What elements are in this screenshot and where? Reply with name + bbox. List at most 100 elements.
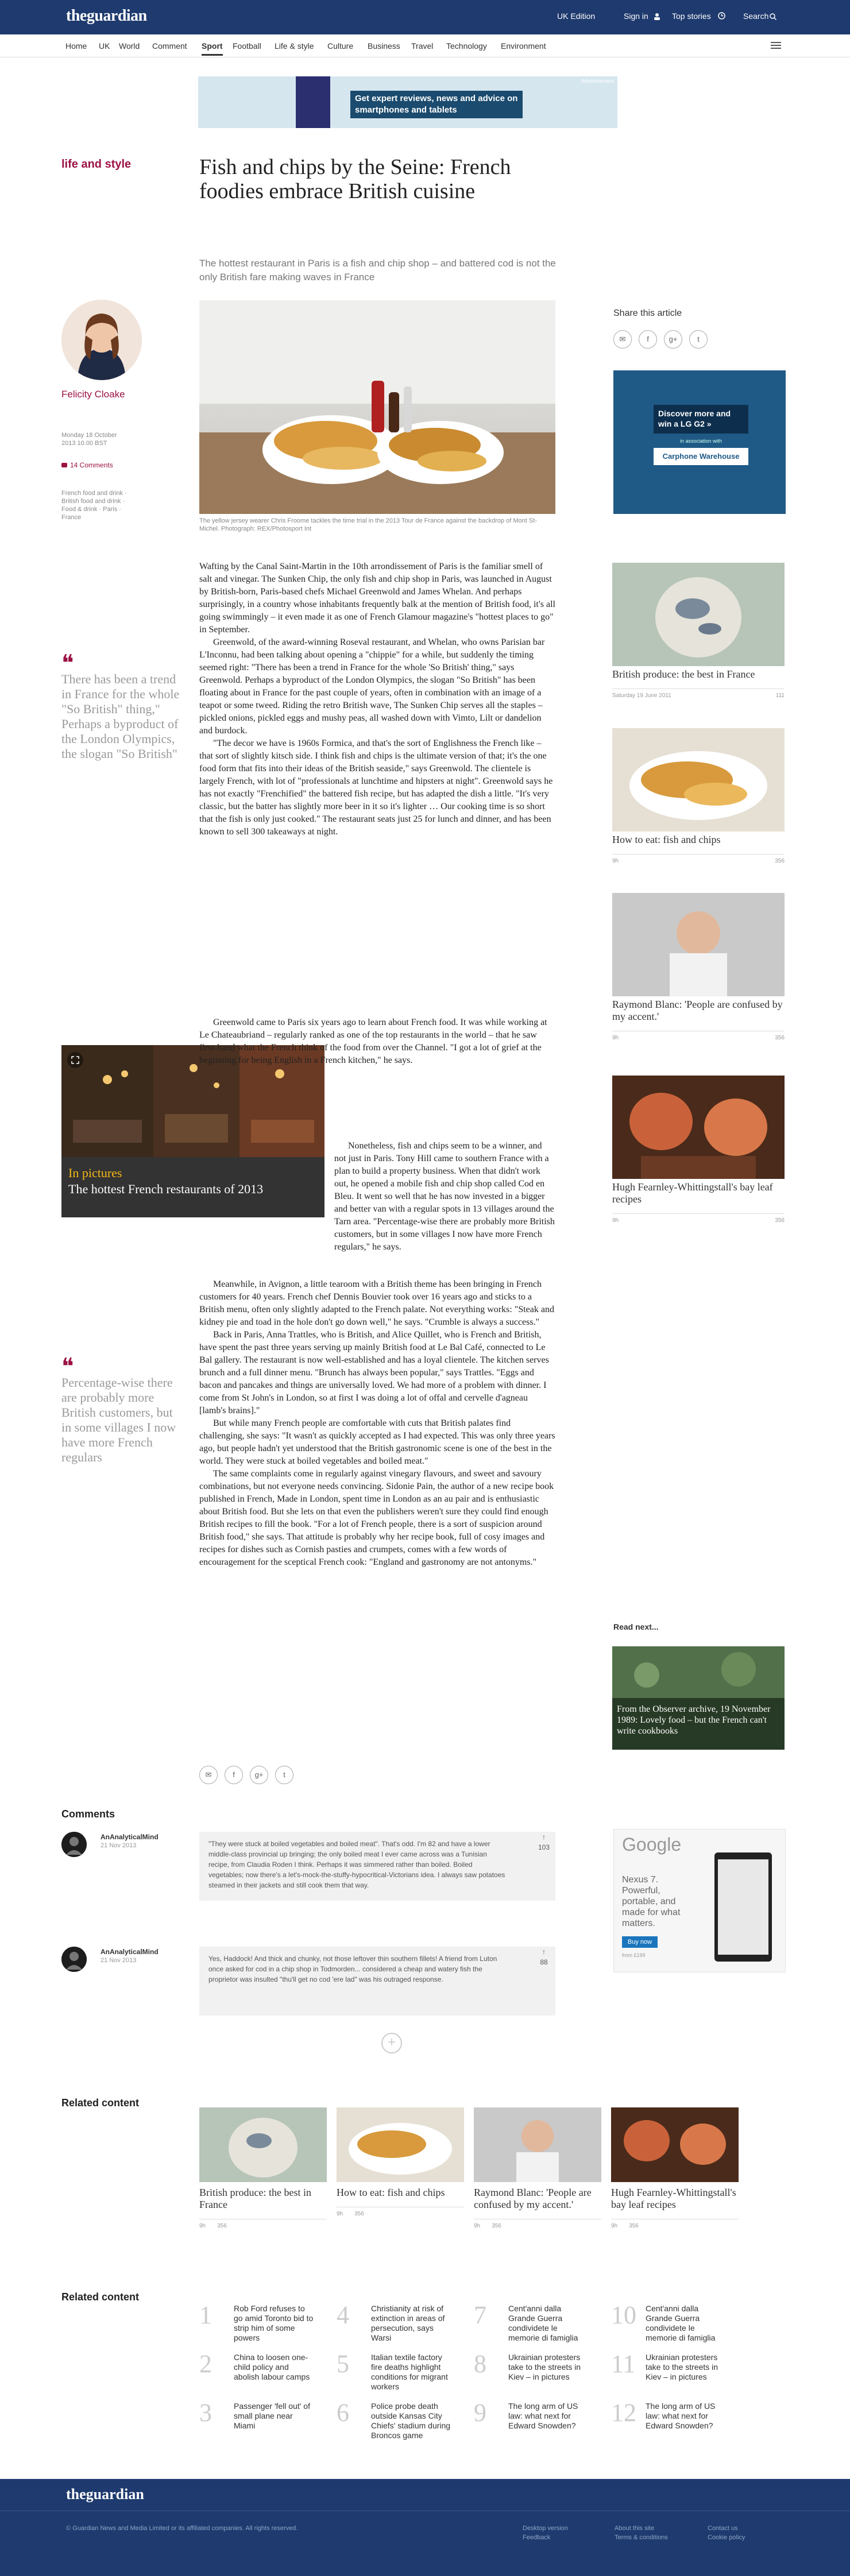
card-image [474,2107,601,2182]
recommend-count[interactable]: ↑ 88 [532,1947,555,1967]
nav-sport[interactable]: Sport [202,41,223,56]
lg-g2-ad[interactable]: Discover more and win a LG G2 » in assoc… [613,370,786,514]
ad-price: from £199 [622,1952,646,1958]
card-meta: 9h 356 [612,854,785,864]
author-name[interactable]: Felicity Cloake [61,389,125,400]
ad-tag: Advertisement [581,78,614,84]
nav-technology[interactable]: Technology [446,41,487,51]
user-icon [654,13,660,20]
paragraph-3: "The decor we have is 1960s Formica, and… [199,738,553,837]
guardian-logo[interactable]: theguardian [66,7,147,25]
share-googleplus-button[interactable]: g+ [250,1766,268,1784]
buy-now-button[interactable]: Buy now [622,1936,658,1948]
card-title: How to eat: fish and chips [612,834,721,845]
share-twitter-button[interactable]: t [689,330,708,349]
comments-count-link[interactable]: 14 Comments [61,461,113,469]
sign-in-link[interactable]: Sign in [624,11,648,21]
card-title: British produce: the best in France [199,2187,311,2210]
paragraph-9: The same complaints come in regularly ag… [199,1469,554,1567]
related-card-1[interactable]: British produce: the best in France 9h 35… [199,2107,327,2229]
article-body-part3: Meanwhile, in Avignon, a little tearoom … [199,1278,555,1569]
related-card-3[interactable]: Raymond Blanc: 'People are confused by m… [474,2107,601,2229]
article-headline: Fish and chips by the Seine: French food… [199,155,511,203]
right-card-4[interactable]: Hugh Fearnley-Whittingstall's bay leaf r… [612,1076,785,1224]
expand-icon[interactable] [67,1052,83,1068]
paragraph-1: Wafting by the Canal Saint-Martin in the… [199,562,555,635]
main-navigation: Home UK World Comment Sport Football Lif… [0,34,850,57]
nav-travel[interactable]: Travel [411,41,433,51]
nav-life-style[interactable]: Life & style [275,41,314,51]
nav-home[interactable]: Home [65,41,87,51]
hamburger-menu-icon[interactable] [771,40,781,51]
share-twitter-button[interactable]: t [275,1766,293,1784]
recommend-count[interactable]: ↑ 103 [532,1832,555,1852]
footer-link-cookies[interactable]: Cookie policy [708,2534,745,2541]
search-link[interactable]: Search [743,11,768,21]
edition-selector[interactable]: UK Edition [557,11,595,21]
card-title: Hugh Fearnley-Whittingstall's bay leaf r… [612,1181,773,1205]
section-label[interactable]: life and style [61,158,131,171]
nav-comment[interactable]: Comment [152,41,187,51]
card-title: Hugh Fearnley-Whittingstall's bay leaf r… [611,2187,736,2210]
commenter-name[interactable]: AnAnalyticalMind [101,1948,159,1956]
comment-date: 21 Nov 2013 [101,1842,137,1849]
article-tags[interactable]: French food and drink · British food and… [61,489,136,521]
commenter-avatar[interactable] [61,1947,87,1972]
share-email-button[interactable]: ✉ [199,1766,218,1784]
card-meta: 9h 356 [612,1031,785,1041]
nav-environment[interactable]: Environment [501,41,546,51]
footer-logo[interactable]: theguardian [66,2486,144,2503]
footer-link-terms[interactable]: Terms & conditions [615,2534,668,2541]
article-main-image [199,300,555,514]
nav-world[interactable]: World [119,41,140,51]
related-card-2[interactable]: How to eat: fish and chips 9h 356 [337,2107,464,2217]
top-stories-link[interactable]: Top stories [672,11,711,21]
right-card-2[interactable]: How to eat: fish and chips 9h 356 [612,728,785,864]
share-googleplus-button[interactable]: g+ [664,330,682,349]
commenter-avatar[interactable] [61,1832,87,1857]
commenter-name[interactable]: AnAnalyticalMind [101,1833,159,1841]
image-caption: The yellow jersey wearer Chris Froome ta… [199,517,537,532]
nav-uk[interactable]: UK [99,41,110,51]
google-nexus-ad[interactable]: Google Nexus 7. Powerful, portable, and … [613,1829,786,1972]
paragraph-6: Meanwhile, in Avignon, a little tearoom … [199,1279,554,1327]
read-next-card[interactable]: From the Observer archive, 19 November 1… [612,1646,785,1750]
comment-bubble-icon [61,463,67,467]
share-facebook-button[interactable]: f [639,330,657,349]
card-meta: 9h 356 [612,1213,785,1224]
card-title: Raymond Blanc: 'People are confused by m… [474,2187,592,2210]
footer-link-desktop[interactable]: Desktop version [523,2525,568,2532]
article-body-part2: Greenwold came to Paris six years ago to… [199,1016,555,1067]
paragraph-2: Greenwold, of the award-winning Roseval … [199,637,545,736]
publish-date: Monday 18 October [61,432,117,439]
nav-football[interactable]: Football [233,41,261,51]
nav-culture[interactable]: Culture [327,41,353,51]
share-email-button[interactable]: ✉ [613,330,632,349]
right-card-1[interactable]: British produce: the best in France Satu… [612,563,785,699]
quote-mark-icon: ❝ [61,650,74,676]
related-card-4[interactable]: Hugh Fearnley-Whittingstall's bay leaf r… [611,2107,739,2229]
read-next-title: From the Observer archive, 19 November 1… [617,1704,771,1736]
smartphones-ad-banner[interactable]: Get expert reviews, news and advice on s… [198,76,617,128]
footer-link-contact[interactable]: Contact us [708,2525,738,2532]
quote-mark-icon: ❝ [61,1353,74,1379]
paragraph-8: But while many French people are comfort… [199,1418,555,1466]
nav-business[interactable]: Business [368,41,400,51]
right-card-3[interactable]: Raymond Blanc: 'People are confused by m… [612,893,785,1041]
related-content-heading: Related content [61,2097,140,2109]
publish-time: 2013 10.00 BST [61,440,107,447]
search-icon[interactable] [770,13,777,23]
card-image [612,1076,785,1179]
footer-link-feedback[interactable]: Feedback [523,2534,550,2541]
author-avatar[interactable] [61,300,142,380]
card-meta: 9h 356 [199,2219,327,2229]
comment-body: "They were stuck at boiled vegetables an… [199,1832,555,1901]
clock-icon [718,12,725,22]
comment-date: 21 Nov 2013 [101,1957,137,1964]
card-image [612,893,785,996]
ad-discover-button[interactable]: Discover more and win a LG G2 » [654,405,748,434]
load-more-comments-button[interactable]: + [381,2033,402,2053]
share-facebook-button[interactable]: f [225,1766,243,1784]
paragraph-7: Back in Paris, Anna Trattles, who is Bri… [199,1330,549,1415]
footer-link-about[interactable]: About this site [615,2525,654,2532]
